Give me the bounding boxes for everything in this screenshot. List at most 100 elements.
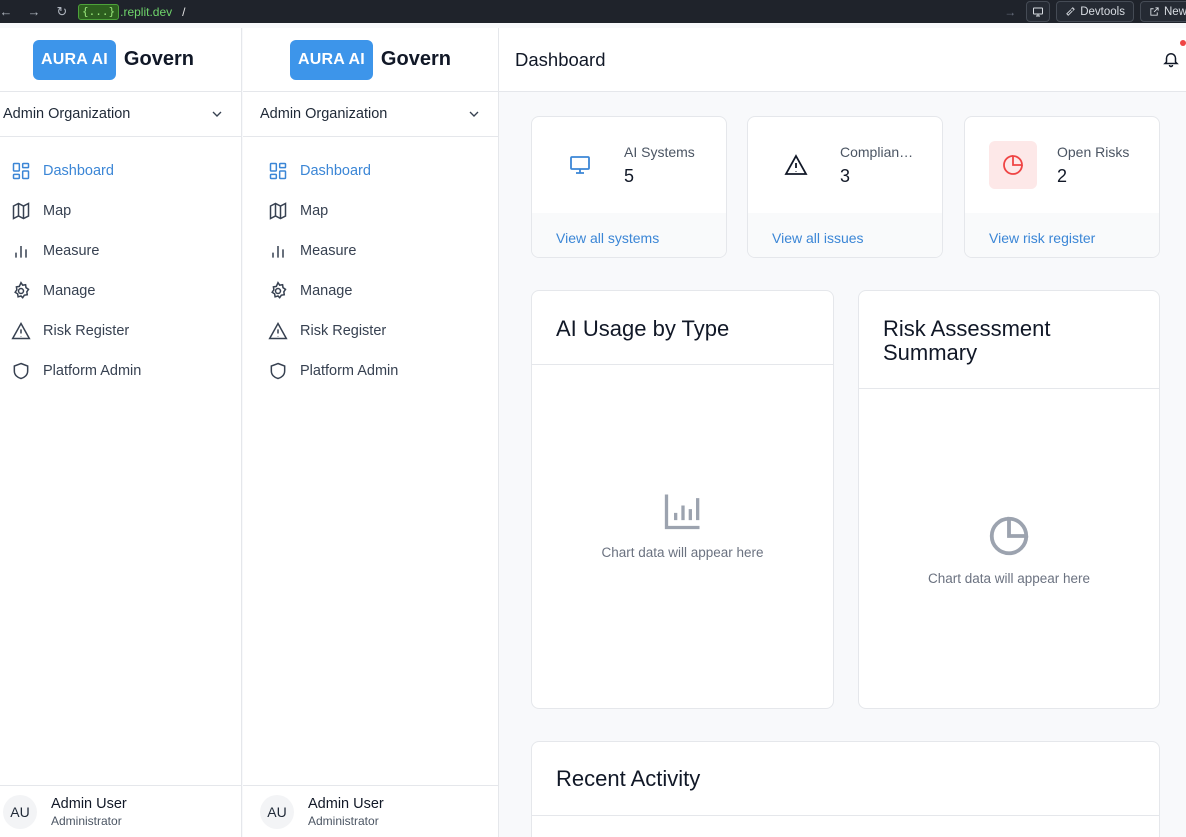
sidebar-item-manage[interactable]: Manage — [243, 271, 498, 311]
user-name: Admin User — [51, 795, 127, 812]
top-header: Dashboard — [499, 28, 1186, 92]
browser-toolbar: ← → ↻ {...} .replit.dev / → Devtools New — [0, 0, 1186, 23]
chart-empty-text: Chart data will appear here — [927, 571, 1091, 586]
bell-icon[interactable] — [1162, 50, 1180, 68]
brand-name: Govern — [380, 48, 451, 70]
sidebar-item-label: Risk Register — [300, 323, 387, 339]
url-chip: {...} — [78, 3, 120, 20]
brand[interactable]: AURA AI Govern — [243, 28, 498, 92]
external-link-icon — [1150, 7, 1159, 16]
sidebar-item-label: Risk Register — [43, 323, 130, 339]
brand[interactable]: AURA AI Govern — [0, 28, 241, 92]
stat-card-ai-systems: AI Systems 5 View all systems — [531, 116, 727, 258]
url-path: / — [182, 4, 186, 19]
recent-activity-title: Recent Activity — [532, 742, 1159, 816]
page-title: Dashboard — [515, 48, 606, 70]
brand-name: Govern — [123, 48, 194, 70]
sidebar-item-measure[interactable]: Measure — [0, 231, 241, 271]
sidebar-item-dashboard[interactable]: Dashboard — [243, 151, 498, 191]
browser-nav: ← → ↻ — [0, 4, 70, 20]
sidebar-item-label: Measure — [43, 243, 100, 259]
layout-grid-icon — [12, 162, 30, 180]
sidebar-item-dashboard[interactable]: Dashboard — [0, 151, 241, 191]
sidebar-item-label: Manage — [300, 283, 353, 299]
sidebar-item-label: Platform Admin — [300, 363, 399, 379]
devtools-label: Devtools — [1080, 5, 1125, 18]
sidebar-nav: Dashboard Map Measure Manage Risk Regist… — [243, 137, 498, 391]
warning-icon — [268, 321, 288, 340]
chevron-down-icon — [469, 111, 479, 117]
sidebar-item-manage[interactable]: Manage — [0, 271, 241, 311]
gear-icon — [14, 281, 30, 299]
stat-card-compliance: Compliance Issues 3 View all issues — [747, 116, 943, 258]
brand-badge: AURA AI — [290, 39, 373, 80]
bar-chart-icon — [664, 494, 699, 530]
monitor-icon — [1033, 7, 1044, 16]
sidebar-item-label: Platform Admin — [43, 363, 142, 379]
sidebar: AURA AI Govern Admin Organization Dashbo… — [0, 28, 242, 837]
device-preview-button[interactable] — [1026, 1, 1051, 22]
stat-label: Open Risks — [1057, 144, 1130, 160]
sidebar-item-label: Map — [43, 203, 72, 219]
bar-chart-icon — [272, 246, 284, 258]
sidebar-item-label: Dashboard — [300, 163, 371, 179]
forward-icon[interactable]: → — [26, 4, 42, 19]
reload-icon[interactable]: ↻ — [54, 4, 70, 20]
new-tab-label: New — [1163, 5, 1186, 18]
sidebar-item-label: Manage — [43, 283, 96, 299]
risk-summary-chart-card: Risk Assessment Summary Chart data will … — [858, 290, 1160, 709]
warning-icon — [11, 321, 31, 340]
url-host: .replit.dev — [120, 4, 173, 19]
layout-grid-icon — [269, 162, 287, 180]
notification-badge — [1180, 40, 1186, 46]
stat-value: 5 — [624, 166, 635, 186]
chart-title: Risk Assessment Summary — [859, 291, 1159, 389]
user-role: Administrator — [308, 813, 379, 828]
monitor-icon — [556, 141, 604, 189]
avatar: AU — [260, 794, 294, 829]
pie-chart-icon — [989, 516, 1029, 556]
chart-empty-text: Chart data will appear here — [601, 545, 764, 560]
sidebar-item-map[interactable]: Map — [0, 191, 241, 231]
view-all-issues-link[interactable]: View all issues — [748, 213, 942, 257]
wrench-icon — [1066, 7, 1076, 16]
sidebar-item-risk-register[interactable]: Risk Register — [243, 311, 498, 351]
gear-icon — [271, 281, 287, 299]
warning-icon — [772, 141, 820, 189]
user-profile[interactable]: AU Admin User Administrator — [243, 785, 498, 837]
map-icon — [269, 202, 287, 220]
map-icon — [12, 202, 30, 220]
user-name: Admin User — [308, 795, 384, 812]
organization-select[interactable]: Admin Organization — [243, 92, 498, 137]
go-arrow-icon[interactable]: → — [1004, 5, 1016, 19]
sidebar-nav: Dashboard Map Measure Manage Risk Regist… — [0, 137, 241, 391]
address-bar[interactable]: {...} .replit.dev / — [78, 3, 186, 20]
chart-empty-state: Chart data will appear here — [859, 513, 1159, 586]
chevron-down-icon — [212, 111, 222, 117]
shield-icon — [13, 362, 29, 380]
sidebar-item-risk-register[interactable]: Risk Register — [0, 311, 241, 351]
organization-select[interactable]: Admin Organization — [0, 92, 241, 137]
stat-value: 3 — [840, 166, 851, 186]
view-risk-register-link[interactable]: View risk register — [965, 213, 1159, 257]
bar-chart-icon — [15, 246, 27, 258]
devtools-button[interactable]: Devtools — [1056, 1, 1134, 22]
sidebar-item-measure[interactable]: Measure — [243, 231, 498, 271]
avatar: AU — [3, 794, 37, 829]
back-icon[interactable]: ← — [0, 4, 14, 19]
chart-empty-state: Chart data will appear here — [532, 489, 833, 560]
sidebar-item-label: Map — [300, 203, 329, 219]
sidebar-duplicate: AURA AI Govern Admin Organization Dashbo… — [243, 28, 499, 837]
recent-activity-card: Recent Activity — [531, 741, 1160, 837]
stat-label: Compliance Issues — [840, 144, 920, 160]
view-all-systems-link[interactable]: View all systems — [532, 213, 726, 257]
new-tab-button[interactable]: New — [1139, 1, 1186, 22]
sidebar-item-platform-admin[interactable]: Platform Admin — [0, 351, 241, 391]
user-profile[interactable]: AU Admin User Administrator — [0, 785, 241, 837]
sidebar-item-map[interactable]: Map — [243, 191, 498, 231]
chart-title: AI Usage by Type — [532, 291, 833, 365]
pie-chart-icon — [989, 141, 1037, 189]
sidebar-item-platform-admin[interactable]: Platform Admin — [243, 351, 498, 391]
sidebar-item-label: Dashboard — [43, 163, 114, 179]
ai-usage-chart-card: AI Usage by Type Chart data will appear … — [531, 290, 834, 709]
